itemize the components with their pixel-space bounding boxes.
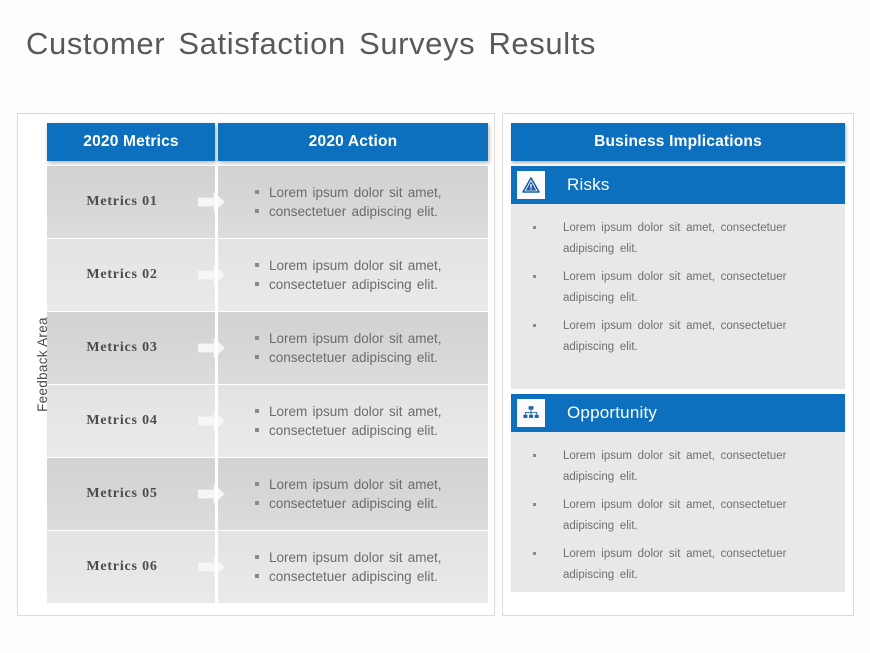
action-bullet: consectetuer adipiscing elit. xyxy=(255,348,488,367)
column-divider xyxy=(215,239,218,311)
metric-label: Metrics 06 xyxy=(86,559,158,574)
action-bullet: Lorem ipsum dolor sit amet, xyxy=(255,548,488,567)
metric-cell: Metrics 03 xyxy=(47,312,225,384)
column-divider xyxy=(215,312,218,384)
table-row[interactable]: Metrics 03 Lorem ipsum dolor sit amet, c… xyxy=(47,312,488,384)
metric-cell: Metrics 04 xyxy=(47,385,225,457)
metrics-table: 2020 Metrics 2020 Action Metrics 01 Lore… xyxy=(47,123,488,608)
metrics-table-body: Metrics 01 Lorem ipsum dolor sit amet, c… xyxy=(47,166,488,603)
action-bullet: consectetuer adipiscing elit. xyxy=(255,567,488,586)
action-bullet: consectetuer adipiscing elit. xyxy=(255,275,488,294)
metric-label: Metrics 05 xyxy=(86,486,158,501)
table-row[interactable]: Metrics 02 Lorem ipsum dolor sit amet, c… xyxy=(47,239,488,311)
column-divider xyxy=(215,385,218,457)
metric-label: Metrics 04 xyxy=(86,413,158,428)
section-risks-label: Risks xyxy=(567,175,610,194)
metric-cell: Metrics 01 xyxy=(47,166,225,238)
section-risks: Risks Lorem ipsum dolor sit amet, consec… xyxy=(511,166,845,389)
feedback-area-panel: Feedback Area 2020 Metrics 2020 Action M… xyxy=(17,113,495,616)
opportunity-bullet: Lorem ipsum dolor sit amet, consectetuer… xyxy=(533,544,829,586)
section-risks-header[interactable]: Risks xyxy=(511,166,845,204)
section-opportunity-header[interactable]: Opportunity xyxy=(511,394,845,432)
column-divider xyxy=(215,458,218,530)
metric-cell: Metrics 06 xyxy=(47,531,225,603)
business-implications-title[interactable]: Business Implications xyxy=(511,123,845,161)
action-cell: Lorem ipsum dolor sit amet, consectetuer… xyxy=(215,239,488,311)
table-row[interactable]: Metrics 06 Lorem ipsum dolor sit amet, c… xyxy=(47,531,488,603)
column-divider xyxy=(215,166,218,238)
action-bullet: Lorem ipsum dolor sit amet, xyxy=(255,475,488,494)
action-bullet: Lorem ipsum dolor sit amet, xyxy=(255,402,488,421)
action-cell: Lorem ipsum dolor sit amet, consectetuer… xyxy=(215,531,488,603)
opportunity-bullet: Lorem ipsum dolor sit amet, consectetuer… xyxy=(533,446,829,488)
metric-cell: Metrics 05 xyxy=(47,458,225,530)
metric-cell: Metrics 02 xyxy=(47,239,225,311)
risk-bullet: Lorem ipsum dolor sit amet, consectetuer… xyxy=(533,218,829,260)
action-bullet: Lorem ipsum dolor sit amet, xyxy=(255,183,488,202)
action-cell: Lorem ipsum dolor sit amet, consectetuer… xyxy=(215,458,488,530)
column-header-metrics[interactable]: 2020 Metrics xyxy=(47,123,215,161)
metric-label: Metrics 01 xyxy=(86,194,158,209)
business-implications-panel: Business Implications Risks Lorem ipsum … xyxy=(502,113,854,616)
column-divider xyxy=(215,531,218,603)
risk-bullet: Lorem ipsum dolor sit amet, consectetuer… xyxy=(533,316,829,358)
action-bullet: Lorem ipsum dolor sit amet, xyxy=(255,329,488,348)
opportunity-bullet: Lorem ipsum dolor sit amet, consectetuer… xyxy=(533,495,829,537)
metrics-table-header-row: 2020 Metrics 2020 Action xyxy=(47,123,488,161)
section-risks-body: Lorem ipsum dolor sit amet, consectetuer… xyxy=(511,204,845,358)
table-row[interactable]: Metrics 05 Lorem ipsum dolor sit amet, c… xyxy=(47,458,488,530)
action-bullet: consectetuer adipiscing elit. xyxy=(255,421,488,440)
org-chart-icon xyxy=(517,399,545,427)
table-row[interactable]: Metrics 04 Lorem ipsum dolor sit amet, c… xyxy=(47,385,488,457)
column-header-action[interactable]: 2020 Action xyxy=(218,123,488,161)
page-title: Customer Satisfaction Surveys Results xyxy=(26,26,597,61)
action-bullet: consectetuer adipiscing elit. xyxy=(255,494,488,513)
action-bullet: consectetuer adipiscing elit. xyxy=(255,202,488,221)
action-cell: Lorem ipsum dolor sit amet, consectetuer… xyxy=(215,312,488,384)
action-bullet: Lorem ipsum dolor sit amet, xyxy=(255,256,488,275)
action-cell: Lorem ipsum dolor sit amet, consectetuer… xyxy=(215,385,488,457)
warning-triangle-icon xyxy=(517,171,545,199)
risk-bullet: Lorem ipsum dolor sit amet, consectetuer… xyxy=(533,267,829,309)
section-opportunity-label: Opportunity xyxy=(567,403,658,422)
section-opportunity-body: Lorem ipsum dolor sit amet, consectetuer… xyxy=(511,432,845,586)
section-opportunity: Opportunity Lorem ipsum dolor sit amet, … xyxy=(511,394,845,592)
table-row[interactable]: Metrics 01 Lorem ipsum dolor sit amet, c… xyxy=(47,166,488,238)
metric-label: Metrics 03 xyxy=(86,340,158,355)
action-cell: Lorem ipsum dolor sit amet, consectetuer… xyxy=(215,166,488,238)
metric-label: Metrics 02 xyxy=(86,267,158,282)
